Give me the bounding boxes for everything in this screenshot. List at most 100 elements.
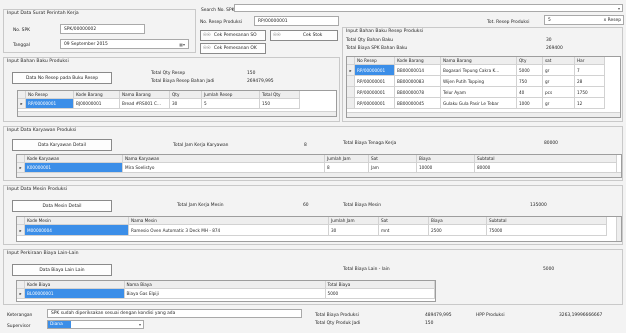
column-header[interactable]: Nama Barang — [441, 57, 517, 65]
no-spk-field[interactable]: SPK/00000002 — [60, 24, 145, 34]
column-header[interactable]: sat — [543, 57, 575, 65]
column-header[interactable]: Jumlah Jam — [325, 155, 369, 163]
tot-resep-unit: x Resep — [603, 18, 621, 23]
bahan-baku-resep-grid[interactable]: No Resep Kode Barang Nama Barang Qty sat… — [346, 56, 621, 118]
mesin-grid[interactable]: Kode Mesin Nama Mesin Jumlah Jam Sat Bia… — [16, 216, 622, 242]
total-jam-karyawan-label: Total Jam Kerja Karyawan — [173, 143, 229, 148]
no-spk-label: No. SPK — [13, 28, 30, 33]
tot-resep-value: 5 — [548, 17, 551, 23]
row-selector-icon: ▸ — [18, 99, 26, 109]
cek-pemesanan-ok-label: Cek Pemesanan OK — [213, 46, 257, 51]
total-biaya-spk-label: Total Biaya SPK Bahan Baku — [346, 46, 408, 51]
table-row[interactable]: ▸ RP/00000001 BJ00000001 Bread #RS001 C.… — [18, 99, 336, 109]
total-qty-produk-value: 150 — [425, 321, 434, 326]
column-header[interactable]: Kode Barang — [395, 57, 441, 65]
vertical-scrollbar[interactable] — [616, 217, 621, 241]
karyawan-section: Input Data Karyawan Produksi Data Karyaw… — [3, 126, 623, 181]
data-no-resep-button[interactable]: Data No Resep pada Buku Resep — [12, 72, 112, 84]
column-header[interactable]: No Resep — [355, 57, 395, 65]
total-qty-resep-value: 150 — [247, 71, 256, 76]
total-jam-mesin-value: 60 — [303, 203, 309, 208]
search-spk-label: Search No. SPK — [201, 8, 235, 13]
bahan-baku-produksi-grid[interactable]: No Resep Kode Barang Nama Barang Qty Jum… — [17, 90, 337, 117]
karyawan-title: Input Data Karyawan Produksi — [7, 128, 77, 133]
binoculars-icon: ☉☉ — [203, 33, 211, 38]
total-qty-bahan-baku-value: 30 — [546, 38, 552, 43]
horizontal-scrollbar[interactable] — [17, 172, 621, 177]
column-header[interactable]: Biaya — [429, 217, 487, 225]
table-row[interactable]: ▸ BL00000001 Biaya Gas Elpiji 5000 — [17, 289, 435, 299]
tanggal-date-picker[interactable]: 09 September 2015 ▦▾ — [60, 39, 189, 49]
tot-resep-field[interactable]: 5 x Resep — [544, 15, 624, 25]
no-resep-field[interactable]: RP/00000001 — [254, 16, 339, 26]
supervisor-label: Supervisor — [7, 324, 31, 329]
column-header[interactable]: Total Qty — [260, 91, 300, 99]
calendar-dropdown-icon[interactable]: ▦▾ — [179, 42, 185, 47]
column-header[interactable]: Jumlah Resep — [202, 91, 260, 99]
row-selector-icon: ▸ — [17, 225, 25, 236]
bahan-baku-resep-section: Input Bahan Baku Resep Produksi Total Qt… — [342, 27, 623, 122]
bahan-baku-resep-title: Input Bahan Baku Resep Produksi — [346, 29, 424, 34]
biaya-lain-section: Input Perkiraan Biaya Lain-Lain Data Bia… — [3, 249, 623, 305]
table-row[interactable]: RP/00000001 BB00000078 Telur Ayam 40 pcs… — [347, 87, 620, 98]
row-selector-icon: ▸ — [347, 65, 355, 76]
table-row[interactable]: RP/00000001 BB00000045 Gulaku Gula Pasir… — [347, 98, 620, 109]
total-biaya-produksi-value: 489479,995 — [425, 313, 452, 318]
total-biaya-lain-label: Total Biaya Lain - lain — [343, 267, 390, 272]
search-spk-select[interactable]: ▾ — [234, 4, 623, 12]
tanggal-value: 09 September 2015 — [64, 41, 108, 47]
tanggal-label: Tanggal — [13, 43, 30, 48]
horizontal-scrollbar[interactable] — [18, 111, 336, 116]
table-row[interactable]: RP/00000001 BB00000083 Wijen Putih Toppi… — [347, 76, 620, 87]
column-header[interactable]: Kode Mesin — [25, 217, 129, 225]
column-header[interactable]: Kode Barang — [74, 91, 120, 99]
column-header[interactable]: Kode Karyawan — [25, 155, 123, 163]
cek-stok-button[interactable]: ☉☉ Cek Stok — [270, 30, 338, 41]
column-header[interactable]: Subtotal — [475, 155, 617, 163]
chevron-down-icon[interactable]: ▾ — [618, 6, 620, 11]
data-karyawan-detail-button[interactable]: Data Karyawan Detail — [12, 139, 112, 151]
total-biaya-resep-value: 269479,995 — [247, 79, 274, 84]
total-biaya-mesin-label: Total Biaya Mesin — [343, 203, 382, 208]
data-biaya-lain-button[interactable]: Data Biaya Lain Lain — [12, 264, 112, 276]
total-jam-mesin-label: Total Jam Kerja Mesin — [177, 203, 224, 208]
chevron-down-icon[interactable]: ▾ — [139, 322, 141, 327]
total-jam-karyawan-value: 8 — [304, 143, 307, 148]
column-header[interactable]: Nama Biaya — [124, 281, 326, 289]
column-header[interactable]: Jumlah Jam — [329, 217, 379, 225]
keterangan-label: Keterangan — [7, 313, 33, 318]
column-header[interactable]: Nama Mesin — [129, 217, 329, 225]
karyawan-grid[interactable]: Kode Karyawan Nama Karyawan Jumlah Jam S… — [16, 154, 622, 178]
cek-stok-label: Cek Stok — [302, 33, 323, 38]
column-header[interactable]: Biaya — [417, 155, 475, 163]
supervisor-select[interactable]: Diana ▾ — [47, 320, 144, 329]
total-biaya-resep-label: Total Biaya Resep Bahan Jadi — [151, 79, 215, 84]
table-row[interactable]: ▸ RP/00000001 BB00000014 Bogasari Tepung… — [347, 65, 620, 76]
column-header[interactable]: Nama Karyawan — [123, 155, 325, 163]
column-header[interactable]: Sat — [379, 217, 429, 225]
total-qty-resep-label: Total Qty Resep — [151, 71, 186, 76]
biaya-lain-title: Input Perkiraan Biaya Lain-Lain — [7, 251, 79, 256]
column-header[interactable]: Qty — [517, 57, 543, 65]
horizontal-scrollbar[interactable] — [347, 112, 620, 117]
cek-pemesanan-ok-button[interactable]: ☉☉ Cek Pemesanan OK — [200, 43, 266, 54]
tot-resep-label: Tot. Resep Produksi — [487, 20, 530, 25]
data-mesin-detail-button[interactable]: Data Mesin Detail — [12, 200, 112, 212]
keterangan-field[interactable]: SPK sudah diperiksakan sesuai dengan kon… — [47, 309, 302, 318]
column-header[interactable]: Nama Barang — [120, 91, 170, 99]
mesin-title: Input Data Mesin Produksi — [7, 187, 68, 192]
column-header[interactable]: Kode Biaya — [25, 281, 125, 289]
column-header[interactable]: Qty — [170, 91, 202, 99]
cek-pemesanan-so-button[interactable]: ☉☉ Cek Pemesanan SO — [200, 30, 266, 41]
binoculars-icon: ☉☉ — [203, 46, 211, 51]
bahan-baku-produksi-title: Input Bahan Baku Produksi — [7, 59, 69, 64]
column-header[interactable]: Sat — [369, 155, 417, 163]
column-header[interactable]: Total Biaya — [325, 281, 435, 289]
table-row[interactable]: ▸ M00000004 Ramesio Oven Automatic 3 Dec… — [17, 225, 621, 236]
biaya-lain-grid[interactable]: Kode Biaya Nama Biaya Total Biaya ▸ BL00… — [16, 280, 436, 302]
column-header[interactable]: No Resep — [26, 91, 74, 99]
column-header[interactable]: Har — [575, 57, 605, 65]
supervisor-value: Diana — [48, 321, 71, 328]
column-header[interactable]: Subtotal — [487, 217, 607, 225]
total-qty-bahan-baku-label: Total Qty Bahan Baku — [346, 38, 394, 43]
